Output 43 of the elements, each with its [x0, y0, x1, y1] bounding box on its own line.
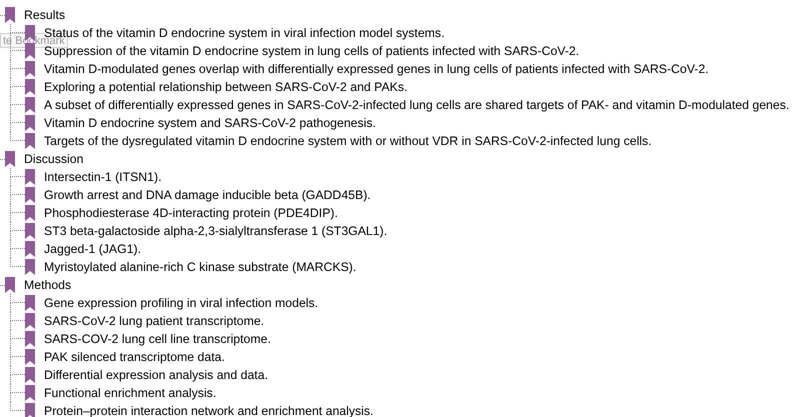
bookmark-icon [25, 61, 35, 77]
bookmark-icon [25, 115, 35, 131]
bookmark-icon [25, 331, 35, 347]
bookmark-icon [25, 259, 35, 275]
bookmark-label[interactable]: Methods [24, 276, 72, 294]
bookmark-icon [25, 385, 35, 401]
bookmark-label[interactable]: Differential expression analysis and data. [44, 366, 268, 384]
bookmark-label[interactable]: Functional enrichment analysis. [44, 384, 216, 402]
bookmark-label[interactable]: A subset of differentially expressed genes in SARS-CoV-2-infected lung cells are shared targets of PAK- and vitamin D-modulated genes. [44, 96, 790, 114]
bookmark-label[interactable]: Growth arrest and DNA damage inducible beta (GADD45B). [44, 186, 371, 204]
bookmark-icon [25, 367, 35, 383]
bookmark-icon [25, 313, 35, 329]
bookmark-label[interactable]: Vitamin D-modulated genes overlap with differentially expressed genes in lung cells of patients infected with SARS-CoV-2. [44, 60, 709, 78]
bookmark-label[interactable]: PAK silenced transcriptome data. [44, 348, 225, 366]
bookmark-label[interactable]: Vitamin D endocrine system and SARS-CoV-2 pathogenesis. [44, 114, 376, 132]
bookmark-label[interactable]: Results [24, 6, 66, 24]
bookmark-icon [25, 79, 35, 95]
bookmark-label[interactable]: Targets of the dysregulated vitamin D endocrine system with or without VDR in SARS-CoV-2-infected lung cells. [44, 132, 652, 150]
bookmark-icon [25, 349, 35, 365]
bookmark-icon [25, 295, 35, 311]
bookmark-icon [25, 169, 35, 185]
bookmark-label[interactable]: Gene expression profiling in viral infection models. [44, 294, 318, 312]
bookmark-icon [25, 133, 35, 149]
bookmark-icon [5, 277, 15, 293]
bookmark-label[interactable]: Exploring a potential relationship between SARS-CoV-2 and PAKs. [44, 78, 408, 96]
bookmark-label[interactable]: SARS-COV-2 lung cell line transcriptome. [44, 330, 271, 348]
bookmark-icon [25, 205, 35, 221]
bookmark-icon [5, 151, 15, 167]
bookmark-label[interactable]: SARS-CoV-2 lung patient transcriptome. [44, 312, 264, 330]
bookmark-icon [25, 403, 35, 417]
bookmark-icon [25, 97, 35, 113]
bookmark-label[interactable]: Protein–protein interaction network and enrichment analysis. [44, 402, 374, 417]
bookmark-label[interactable]: Intersectin-1 (ITSN1). [44, 168, 162, 186]
bookmark-label[interactable]: Discussion [24, 150, 84, 168]
bookmark-icon [25, 241, 35, 257]
bookmark-icon [5, 7, 15, 23]
bookmark-label[interactable]: Jagged-1 (JAG1). [44, 240, 142, 258]
bookmark-label[interactable]: Myristoylated alanine-rich C kinase substrate (MARCKS). [44, 258, 356, 276]
bookmark-label[interactable]: ST3 beta-galactoside alpha-2,3-sialyltransferase 1 (ST3GAL1). [44, 222, 388, 240]
bookmark-icon [25, 43, 35, 59]
bookmark-icon [25, 187, 35, 203]
bookmark-label[interactable]: Phosphodiesterase 4D-interacting protein (PDE4DIP). [44, 204, 338, 222]
bookmark-icon [25, 223, 35, 239]
